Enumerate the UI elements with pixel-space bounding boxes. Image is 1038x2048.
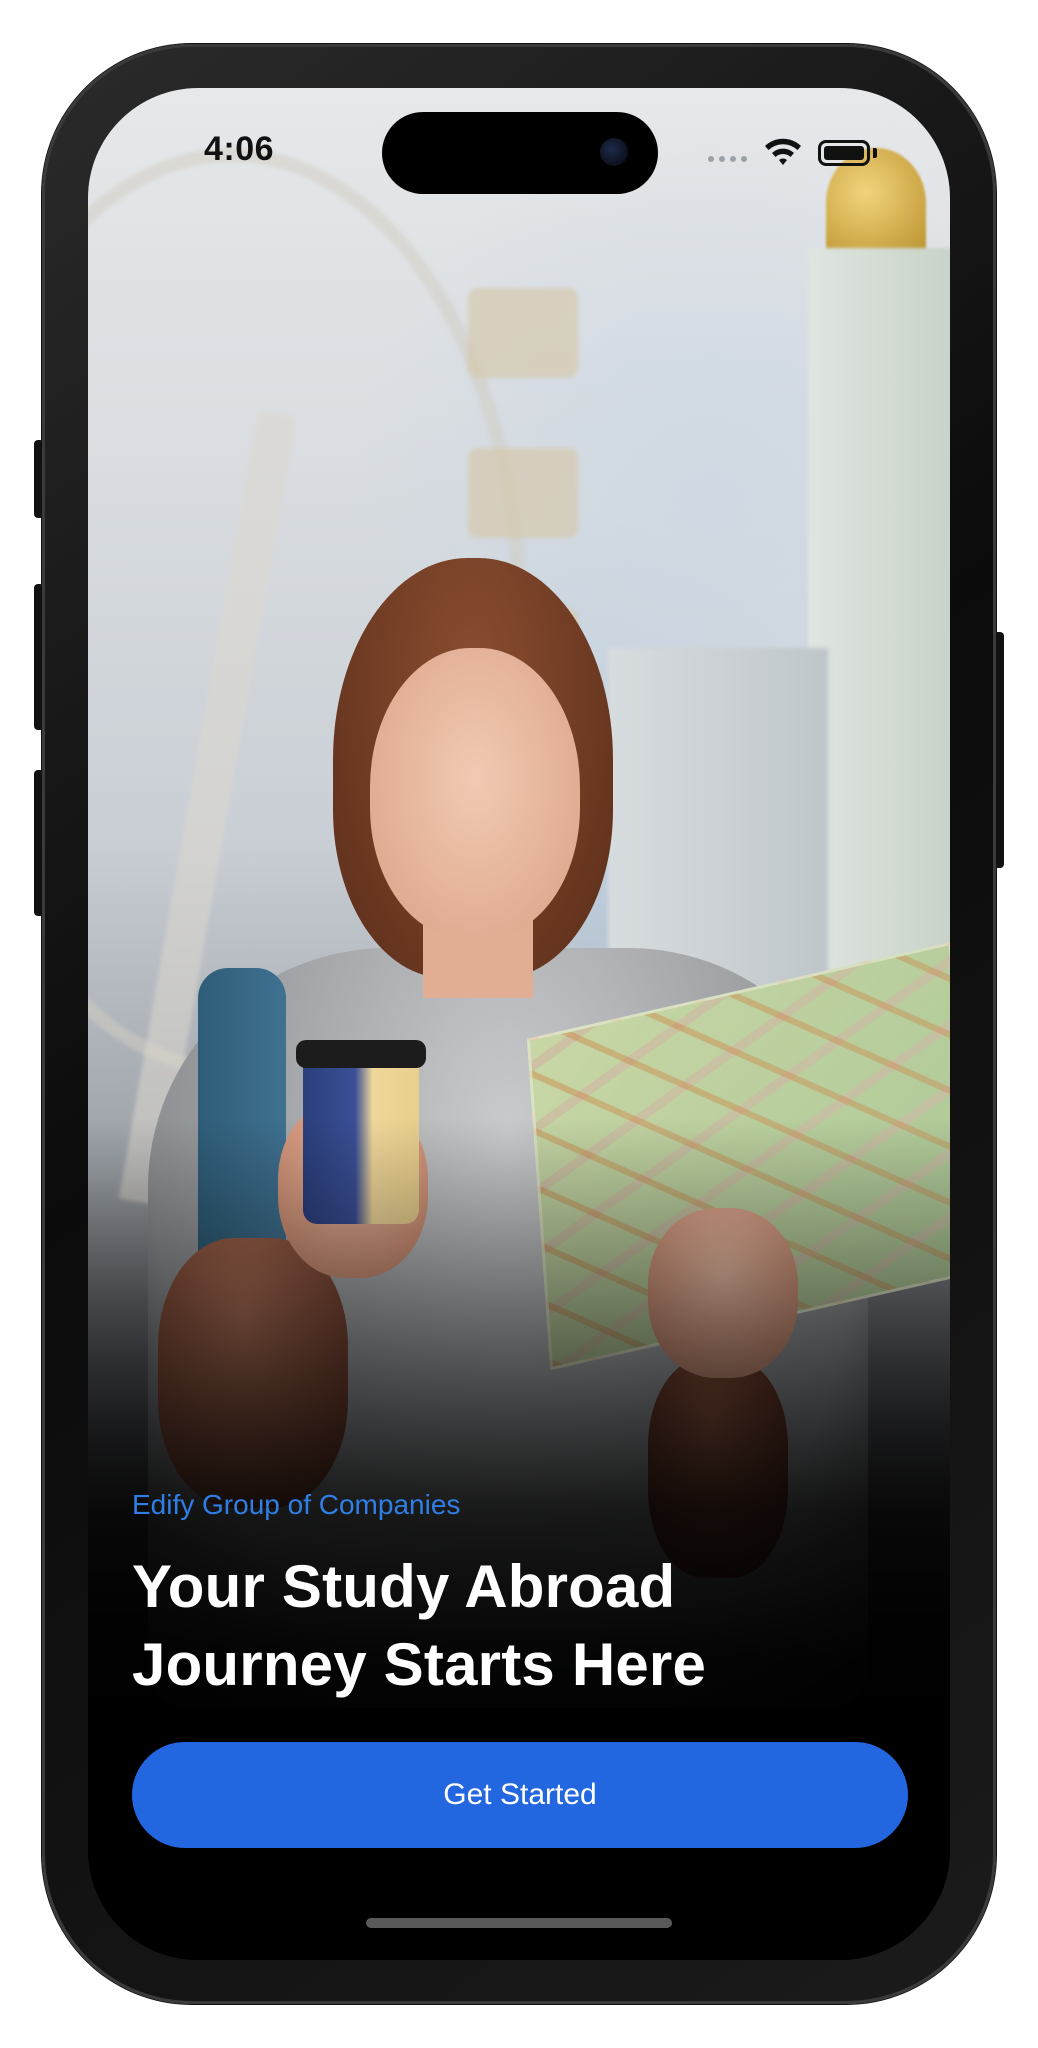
- headline-line-2: Journey Starts Here: [132, 1631, 707, 1698]
- dynamic-island: [382, 112, 658, 194]
- signal-dots-icon: [708, 156, 747, 162]
- get-started-button[interactable]: Get Started: [132, 1742, 908, 1848]
- page: 4:06 Edify Group of Companies Your Study…: [0, 0, 1038, 2048]
- headline: Your Study Abroad Journey Starts Here: [132, 1548, 912, 1704]
- wifi-icon: [765, 138, 801, 165]
- battery-icon: [818, 140, 870, 166]
- onboarding-screen: 4:06 Edify Group of Companies Your Study…: [88, 88, 950, 1960]
- headline-line-1: Your Study Abroad: [132, 1553, 676, 1620]
- battery-cap: [873, 148, 877, 158]
- brand-name: Edify Group of Companies: [132, 1489, 461, 1520]
- battery-fill: [824, 146, 864, 160]
- hero-content: Edify Group of Companies Your Study Abro…: [132, 1488, 912, 1704]
- status-time: 4:06: [204, 130, 275, 168]
- home-indicator[interactable]: [366, 1918, 672, 1928]
- status-bar: 4:06: [88, 88, 950, 198]
- front-camera-icon: [600, 138, 628, 166]
